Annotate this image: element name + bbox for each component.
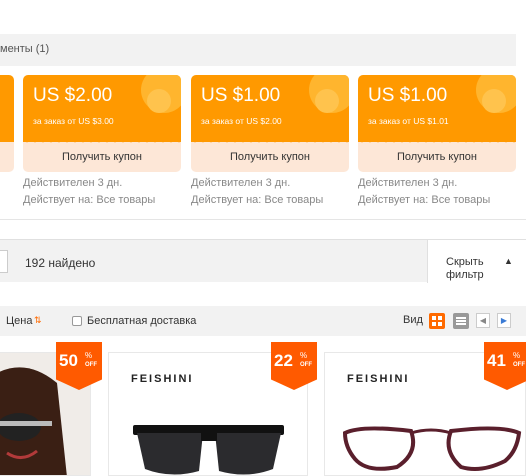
coupon-condition: за заказ от US $2.00 <box>201 116 282 126</box>
decor-shape <box>147 89 171 113</box>
list-line <box>456 323 466 325</box>
percent-sign: % <box>513 351 521 360</box>
results-count: 192 найдено <box>25 256 96 270</box>
sort-arrow-icon[interactable]: ⇅ <box>34 315 42 326</box>
coupon-validity: Действителен 3 дн. <box>191 177 291 189</box>
coupon-validity: Действителен 3 дн. <box>358 177 458 189</box>
grid-cell <box>432 316 436 320</box>
coupon-card: US $1.00 за заказ от US $1.01 Получить к… <box>358 75 516 206</box>
discount-badge: 22 % OFF <box>271 342 317 390</box>
coupon-tabs-bar: менты (1) <box>0 34 516 66</box>
grid-cell <box>432 322 436 326</box>
product-image <box>133 425 284 475</box>
coupon-applies: Действует на: Все товары <box>191 194 324 206</box>
list-view-icon[interactable] <box>453 313 469 329</box>
coupon-footer: Получить купон <box>358 139 516 172</box>
get-coupon-button[interactable]: Получить купон <box>191 151 349 163</box>
off-label: OFF <box>513 362 525 368</box>
next-page-icon[interactable]: ▶ <box>497 313 511 328</box>
coupon-footer: Получить купон <box>23 139 181 172</box>
coupon-partial <box>0 75 14 142</box>
free-shipping-checkbox[interactable] <box>72 316 82 326</box>
get-coupon-button[interactable]: Получить купон <box>358 151 516 163</box>
coupon-applies: Действует на: Все товары <box>358 194 491 206</box>
grid-cell <box>438 316 442 320</box>
coupon-card: US $1.00 за заказ от US $2.00 Получить к… <box>191 75 349 206</box>
divider <box>0 219 526 220</box>
coupon-amount: US $2.00 <box>33 85 113 106</box>
filter-toggle-box[interactable] <box>0 250 8 273</box>
coupon-amount: US $1.00 <box>368 85 448 106</box>
free-shipping-label[interactable]: Бесплатная доставка <box>87 315 196 327</box>
prev-page-icon[interactable]: ◀ <box>476 313 490 328</box>
coupon-amount: US $1.00 <box>201 85 281 106</box>
off-label: OFF <box>85 362 97 368</box>
get-coupon-button[interactable]: Получить купон <box>23 151 181 163</box>
sort-bar: Цена ⇅ Бесплатная доставка Вид ◀ ▶ <box>0 306 526 336</box>
coupon-header: US $1.00 за заказ от US $2.00 <box>191 75 349 142</box>
hide-filters-button[interactable]: Скрыть фильтр ▲ <box>427 240 526 283</box>
off-label: OFF <box>300 362 312 368</box>
product-brand: FEISHINI <box>131 373 194 385</box>
product-brand: FEISHINI <box>347 373 410 385</box>
decor-shape <box>482 89 506 113</box>
discount-value: 41 <box>487 351 506 370</box>
hide-filters-label: Скрыть фильтр <box>446 256 484 281</box>
list-line <box>456 320 466 322</box>
coupon-header: US $2.00 за заказ от US $3.00 <box>23 75 181 142</box>
discount-badge: 41 % OFF <box>484 342 526 390</box>
coupon-footer: Получить купон <box>191 139 349 172</box>
discount-value: 50 <box>59 351 78 370</box>
product-image <box>342 426 522 471</box>
discount-value: 22 <box>274 351 293 370</box>
sort-price[interactable]: Цена <box>6 315 32 327</box>
grid-view-icon[interactable] <box>429 313 445 329</box>
view-label: Вид <box>403 314 423 326</box>
list-line <box>456 317 466 319</box>
tab-documents[interactable]: менты (1) <box>0 43 49 55</box>
percent-sign: % <box>85 351 93 360</box>
results-bar: 192 найдено Скрыть фильтр ▲ <box>0 239 526 283</box>
coupon-card: US $2.00 за заказ от US $3.00 Получить к… <box>23 75 181 206</box>
coupon-validity: Действителен 3 дн. <box>23 177 123 189</box>
discount-badge: 50 % OFF <box>56 342 102 390</box>
grid-cell <box>438 322 442 326</box>
coupon-condition: за заказ от US $1.01 <box>368 116 449 126</box>
coupon-partial-bottom <box>0 142 14 172</box>
decor-shape <box>315 89 339 113</box>
coupon-header: US $1.00 за заказ от US $1.01 <box>358 75 516 142</box>
coupon-applies: Действует на: Все товары <box>23 194 156 206</box>
chevron-up-icon: ▲ <box>504 256 513 266</box>
coupon-condition: за заказ от US $3.00 <box>33 116 114 126</box>
percent-sign: % <box>300 351 308 360</box>
